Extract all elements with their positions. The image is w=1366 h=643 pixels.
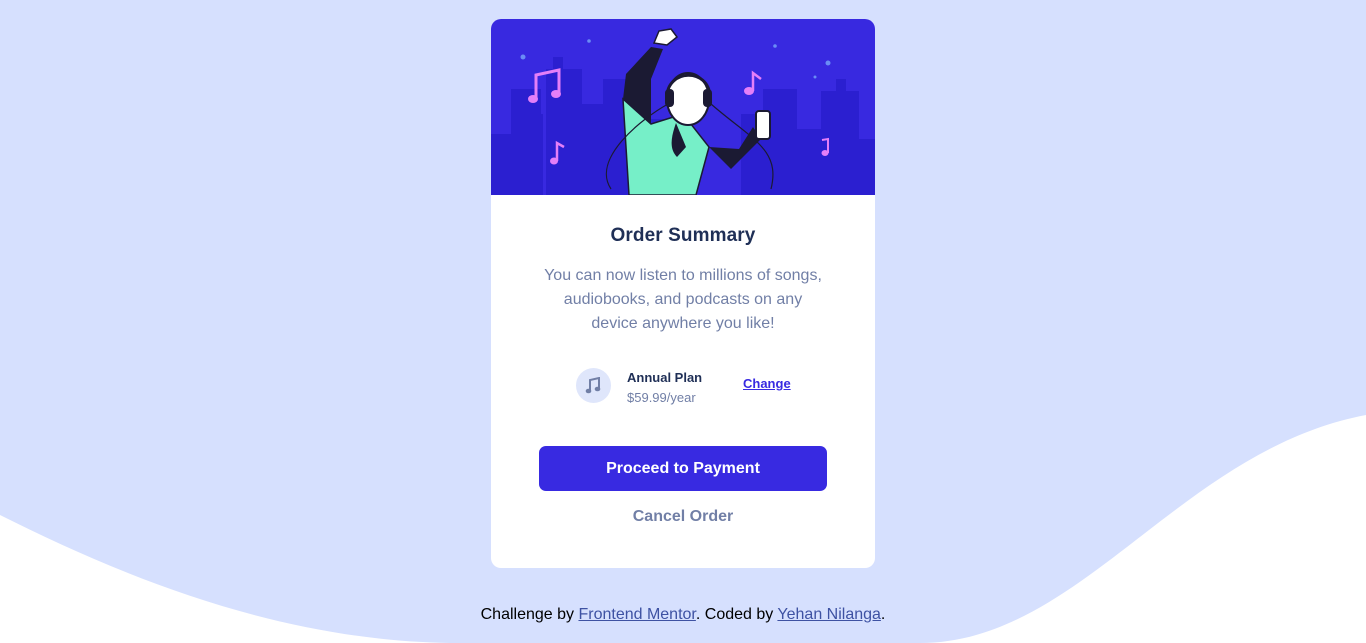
footer-middle: . Coded by	[695, 606, 778, 623]
cancel-order-button[interactable]: Cancel Order	[539, 505, 827, 529]
attribution-footer: Challenge by Frontend Mentor. Coded by Y…	[0, 606, 1366, 624]
footer-suffix: .	[880, 606, 886, 623]
order-description: You can now listen to millions of songs,…	[544, 267, 822, 332]
footer-prefix: Challenge by	[480, 606, 579, 623]
plan-name: Annual Plan	[627, 370, 703, 385]
proceed-to-payment-button[interactable]: Proceed to Payment	[539, 446, 827, 491]
frontend-mentor-link[interactable]: Frontend Mentor	[578, 606, 695, 623]
hero-illustration	[491, 19, 875, 195]
plan-price: $59.99/year	[627, 390, 696, 405]
page-title: Order Summary	[610, 225, 756, 246]
music-note-icon	[576, 368, 611, 403]
order-summary-card: Order Summary You can now listen to mill…	[491, 19, 875, 568]
change-plan-link[interactable]: Change	[743, 376, 791, 391]
author-link[interactable]: Yehan Nilanga	[777, 606, 881, 623]
